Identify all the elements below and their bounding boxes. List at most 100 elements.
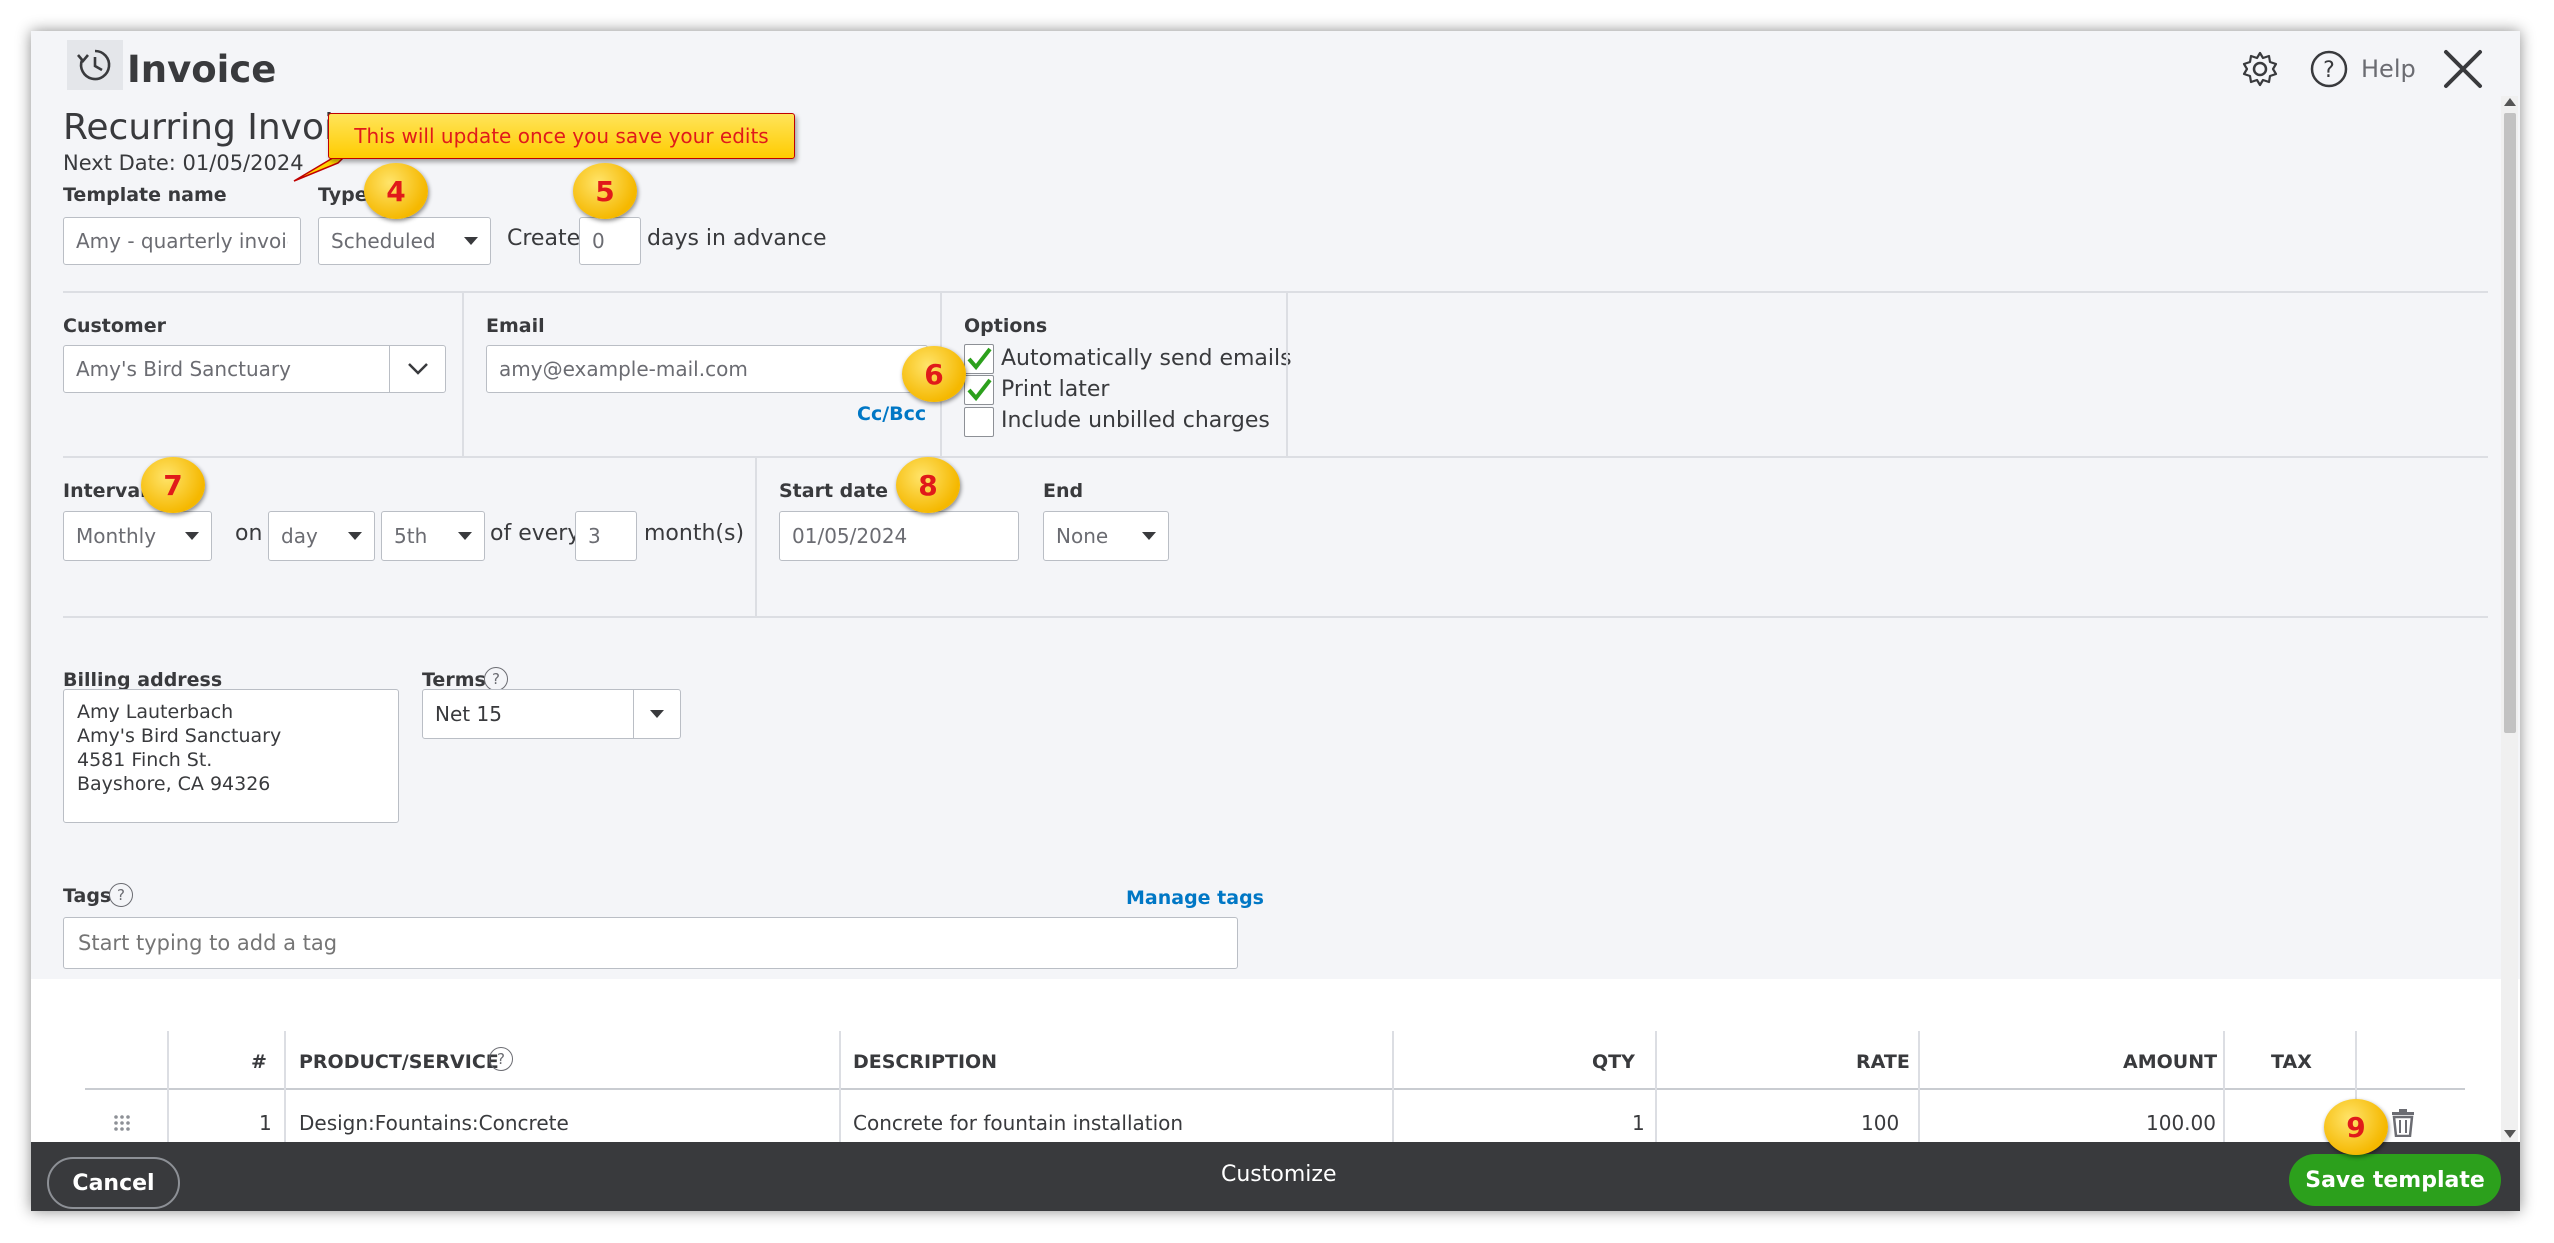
- auto-send-checkbox[interactable]: [964, 344, 994, 374]
- billing-line: Bayshore, CA 94326: [77, 773, 271, 795]
- svg-text:?: ?: [2323, 58, 2335, 83]
- unbilled-charges-checkbox[interactable]: [964, 407, 994, 437]
- terms-help-icon[interactable]: ?: [484, 667, 508, 691]
- interval-day-value: 5th: [394, 524, 428, 548]
- col-header-rate: RATE: [1856, 1051, 1910, 1073]
- customize-button[interactable]: Customize: [1221, 1162, 1336, 1187]
- step-badge: 7: [141, 457, 205, 513]
- step-badge: 9: [2324, 1099, 2388, 1155]
- template-name-input[interactable]: Amy - quarterly invoice: [63, 217, 301, 265]
- on-label: on: [235, 521, 263, 546]
- step-badge: 5: [573, 163, 637, 219]
- billing-address-textarea[interactable]: Amy Lauterbach Amy's Bird Sanctuary 4581…: [63, 689, 399, 823]
- email-value: amy@example-mail.com: [499, 357, 748, 381]
- billing-address-label: Billing address: [63, 669, 223, 691]
- col-divider: [1655, 1031, 1657, 1142]
- step-badge: 8: [896, 457, 960, 513]
- scroll-up-arrow[interactable]: [2504, 98, 2516, 106]
- create-label: Create: [507, 226, 581, 251]
- col-header-product: PRODUCT/SERVICE: [299, 1051, 499, 1073]
- col-header-tax: TAX: [2271, 1051, 2312, 1073]
- tags-help-icon[interactable]: ?: [109, 883, 133, 907]
- table-header-border: [85, 1088, 2465, 1090]
- tags-label: Tags: [63, 885, 112, 907]
- trash-icon[interactable]: [2391, 1109, 2415, 1138]
- col-header-amount: AMOUNT: [2123, 1051, 2218, 1073]
- template-name-label: Template name: [63, 184, 227, 206]
- product-help-icon[interactable]: ?: [489, 1047, 513, 1071]
- interval-unit-select[interactable]: day: [268, 511, 375, 561]
- help-icon[interactable]: ?: [2309, 49, 2349, 89]
- interval-label: Interval: [63, 480, 147, 502]
- row-qty[interactable]: 1: [1632, 1111, 1645, 1135]
- divider: [462, 291, 464, 456]
- row-rate[interactable]: 100: [1861, 1111, 1899, 1135]
- col-divider: [1392, 1031, 1394, 1142]
- chevron-down-icon[interactable]: [633, 690, 680, 738]
- customer-label: Customer: [63, 315, 166, 337]
- end-label: End: [1043, 480, 1084, 502]
- end-value: None: [1056, 524, 1109, 548]
- gear-icon[interactable]: [2240, 49, 2280, 89]
- email-input[interactable]: amy@example-mail.com: [486, 345, 928, 393]
- months-label: month(s): [644, 521, 745, 546]
- divider: [1286, 291, 1288, 456]
- manage-tags-link[interactable]: Manage tags: [1126, 887, 1264, 909]
- drag-handle-icon[interactable]: [112, 1113, 132, 1133]
- type-select[interactable]: Scheduled: [318, 217, 491, 265]
- auto-send-label: Automatically send emails: [1001, 346, 1292, 371]
- cancel-button[interactable]: Cancel: [47, 1157, 180, 1209]
- customer-select[interactable]: Amy's Bird Sanctuary: [63, 345, 446, 393]
- col-divider: [839, 1031, 841, 1142]
- line-items-table: [31, 979, 2520, 1169]
- divider: [63, 291, 2488, 293]
- close-icon[interactable]: [2440, 46, 2486, 92]
- chevron-down-icon: [185, 532, 199, 540]
- of-every-label: of every: [490, 521, 581, 546]
- col-header-num: #: [251, 1051, 267, 1073]
- unbilled-charges-label: Include unbilled charges: [1001, 408, 1270, 433]
- terms-label: Terms: [422, 669, 486, 691]
- start-date-label: Start date: [779, 480, 889, 502]
- chevron-down-icon: [1142, 532, 1156, 540]
- end-select[interactable]: None: [1043, 511, 1169, 561]
- ccbcc-link[interactable]: Cc/Bcc: [857, 403, 926, 425]
- divider: [63, 616, 2488, 618]
- row-amount[interactable]: 100.00: [2146, 1111, 2216, 1135]
- days-advance-input[interactable]: 0: [579, 217, 641, 265]
- scrollbar-thumb[interactable]: [2504, 113, 2516, 733]
- start-date-input[interactable]: 01/05/2024: [779, 511, 1019, 561]
- step-badge: 4: [364, 163, 428, 219]
- chevron-down-icon: [348, 532, 362, 540]
- type-value: Scheduled: [331, 229, 436, 253]
- interval-frequency-value: Monthly: [76, 524, 157, 548]
- col-header-qty: QTY: [1592, 1051, 1635, 1073]
- row-product[interactable]: Design:Fountains:Concrete: [299, 1111, 569, 1135]
- customer-value: Amy's Bird Sanctuary: [76, 357, 291, 381]
- print-later-checkbox[interactable]: [964, 375, 994, 405]
- divider: [63, 456, 2488, 458]
- tags-input[interactable]: [63, 917, 1238, 969]
- callout-tooltip: This will update once you save your edit…: [328, 113, 795, 159]
- scroll-down-arrow[interactable]: [2504, 1130, 2516, 1138]
- save-template-button[interactable]: Save template: [2289, 1154, 2501, 1206]
- every-count-value: 3: [588, 524, 601, 548]
- recurring-icon: [67, 40, 123, 90]
- chevron-down-icon[interactable]: [389, 346, 445, 392]
- chevron-down-icon: [458, 532, 472, 540]
- next-date: Next Date: 01/05/2024: [63, 151, 304, 175]
- days-advance-suffix: days in advance: [647, 226, 827, 251]
- help-link[interactable]: Help: [2361, 55, 2416, 83]
- col-divider: [167, 1031, 169, 1142]
- row-description[interactable]: Concrete for fountain installation: [853, 1111, 1183, 1135]
- days-advance-value: 0: [592, 229, 605, 253]
- options-label: Options: [964, 315, 1048, 337]
- row-num: 1: [259, 1111, 272, 1135]
- interval-frequency-select[interactable]: Monthly: [63, 511, 212, 561]
- callout-text: This will update once you save your edit…: [354, 124, 769, 148]
- interval-day-select[interactable]: 5th: [381, 511, 485, 561]
- every-count-input[interactable]: 3: [575, 511, 637, 561]
- terms-select[interactable]: Net 15: [422, 689, 681, 739]
- terms-value: Net 15: [435, 702, 502, 726]
- save-template-label: Save template: [2305, 1167, 2485, 1193]
